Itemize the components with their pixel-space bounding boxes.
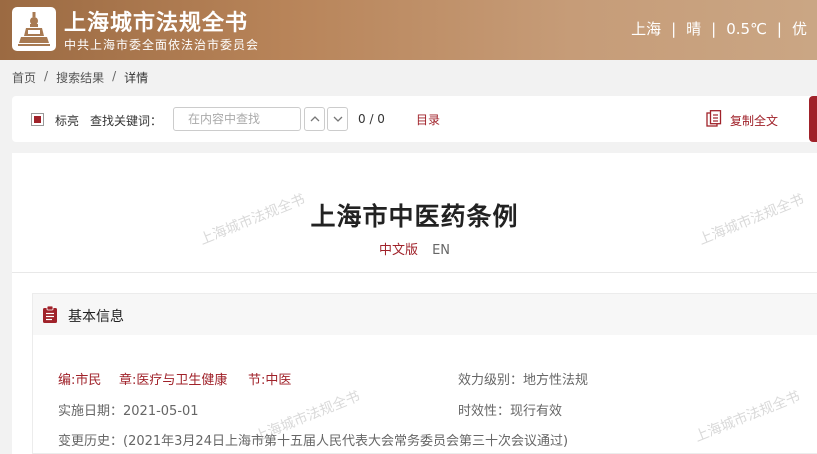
site-subtitle: 中共上海市委全面依法治市委员会 — [64, 38, 260, 52]
find-keyword-label: 查找关键词： — [90, 114, 163, 128]
weather-temperature: 0.5℃ — [726, 19, 767, 38]
weather-aqi: 优 — [791, 20, 807, 38]
weather-city: 上海 — [631, 20, 662, 38]
highlight-checkbox[interactable] — [31, 113, 44, 126]
toc-button[interactable]: 目录 — [416, 111, 440, 128]
category-section-link[interactable]: 章:医疗与卫生健康 — [119, 369, 227, 388]
site-logo[interactable] — [12, 7, 56, 51]
divider — [12, 272, 817, 273]
validity-status: 时效性：现行有效 — [458, 404, 563, 419]
breadcrumb: 首页 / 搜索结果 / 详情 — [12, 69, 148, 86]
weather-condition: 晴 — [686, 20, 702, 38]
match-count: 0 / 0 — [358, 112, 385, 126]
category-node-link[interactable]: 节:中医 — [248, 369, 291, 388]
effective-date: 实施日期：2021-05-01 — [58, 404, 199, 419]
next-match-button[interactable] — [327, 107, 348, 131]
change-history: 变更历史：(2021年3月24日上海市第十五届人民代表大会常务委员会第三十次会议… — [58, 434, 569, 449]
document-panel: 上海城市法规全书 上海城市法规全书 上海市中医药条例 中文版 EN 基本信息 编… — [12, 153, 817, 454]
basic-info-title: 基本信息 — [68, 309, 124, 325]
highlight-label[interactable]: 标亮 — [55, 112, 79, 129]
document-toolbar: 标亮 查找关键词： 0 / 0 目录 复制全文 — [12, 96, 817, 142]
clipboard-icon — [43, 306, 57, 323]
copy-icon[interactable] — [706, 110, 722, 127]
site-header: 上海城市法规全书 中共上海市委全面依法治市委员会 上海 | 晴 | 0.5℃ |… — [0, 0, 817, 60]
basic-info-header: 基本信息 — [33, 294, 817, 335]
effect-level: 效力级别：地方性法规 — [458, 373, 589, 388]
weather-widget: 上海 | 晴 | 0.5℃ | 优 — [631, 18, 807, 39]
copy-fulltext-button[interactable]: 复制全文 — [730, 112, 778, 129]
lang-english[interactable]: EN — [432, 243, 450, 258]
lang-chinese[interactable]: 中文版 — [379, 243, 418, 258]
chevron-down-icon — [333, 116, 342, 122]
site-title: 上海城市法规全书 — [64, 11, 249, 36]
breadcrumb-separator: / — [44, 69, 49, 83]
document-title: 上海市中医药条例 — [310, 202, 519, 231]
keyword-search-input[interactable] — [173, 107, 301, 131]
language-switch: 中文版 EN — [12, 239, 817, 258]
breadcrumb-current: 详情 — [124, 71, 149, 85]
breadcrumb-home[interactable]: 首页 — [12, 69, 36, 86]
breadcrumb-results[interactable]: 搜索结果 — [56, 69, 104, 86]
weather-separator: | — [711, 19, 717, 38]
category-chapter-link[interactable]: 编:市民 — [58, 369, 101, 388]
weather-separator: | — [671, 19, 677, 38]
side-panel-tab[interactable] — [809, 96, 817, 142]
prev-match-button[interactable] — [304, 107, 325, 131]
watermark: 上海城市法规全书 — [692, 388, 803, 446]
basic-info-section: 基本信息 编:市民 章:医疗与卫生健康 节:中医 效力级别：地方性法规 实施日期… — [32, 293, 817, 454]
pagoda-logo-icon — [18, 12, 50, 46]
breadcrumb-separator: / — [112, 69, 117, 83]
chevron-up-icon — [310, 116, 319, 122]
weather-separator: | — [776, 19, 782, 38]
